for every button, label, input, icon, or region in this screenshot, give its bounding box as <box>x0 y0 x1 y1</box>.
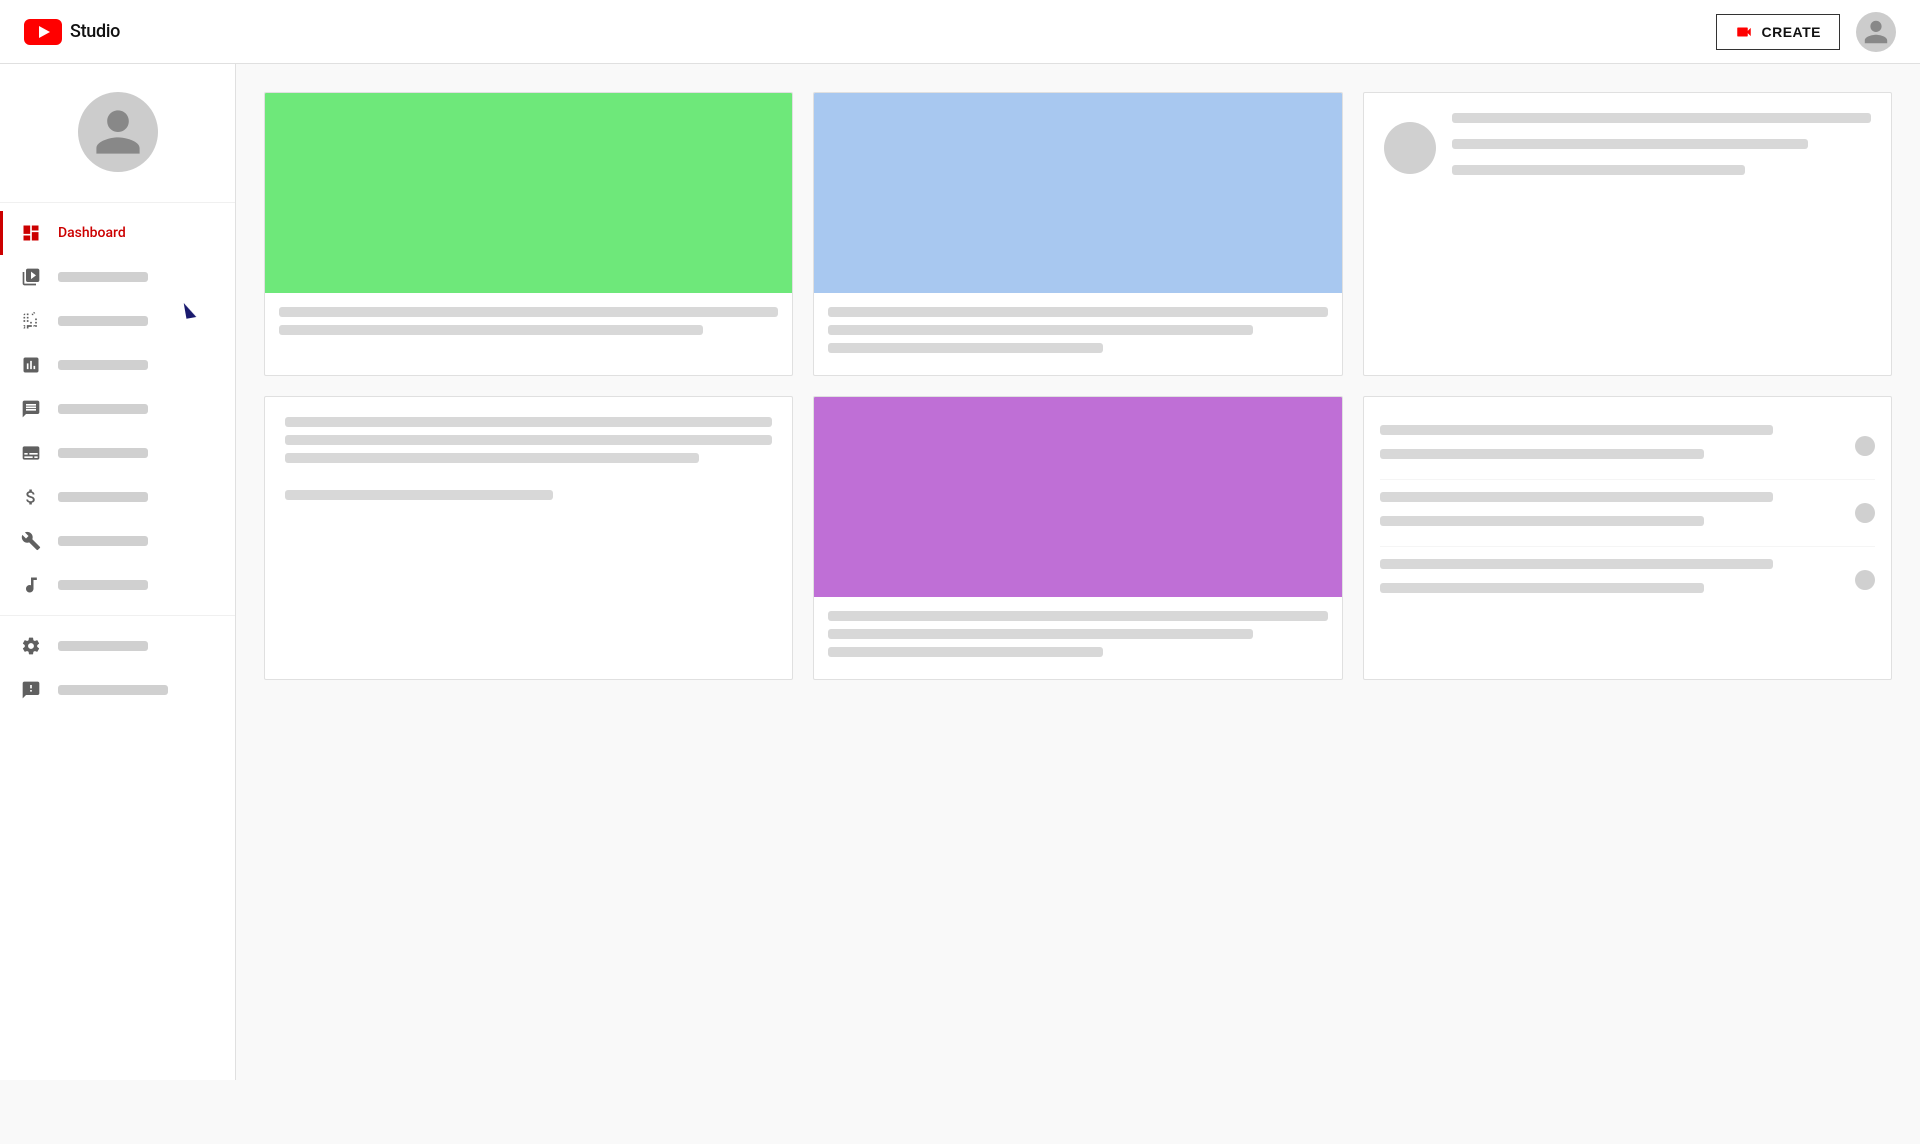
profile-lines <box>1452 113 1871 183</box>
feedback-label-placeholder <box>58 685 168 695</box>
sidebar-nav: Dashboard <box>0 203 235 720</box>
placeholder-line <box>1380 559 1774 569</box>
card-green-thumbnail <box>264 92 793 376</box>
sidebar-item-playlists[interactable] <box>0 299 235 343</box>
sidebar-dashboard-label: Dashboard <box>58 225 126 241</box>
user-icon-header <box>1862 18 1890 46</box>
placeholder-line <box>1380 425 1774 435</box>
placeholder-line <box>1380 583 1704 593</box>
list-item-lines <box>1380 559 1843 601</box>
placeholder-line <box>1380 516 1704 526</box>
card-profile <box>1364 93 1891 203</box>
sidebar-item-comments[interactable] <box>0 387 235 431</box>
placeholder-line <box>828 629 1252 639</box>
placeholder-line <box>285 453 699 463</box>
list-item <box>1380 413 1875 480</box>
thumbnail-purple <box>814 397 1341 597</box>
playlists-label-placeholder <box>58 316 148 326</box>
placeholder-line <box>828 611 1327 621</box>
customization-label-placeholder <box>58 536 148 546</box>
card-purple-thumbnail <box>813 396 1342 680</box>
sidebar-divider <box>0 615 235 616</box>
comments-label-placeholder <box>58 404 148 414</box>
placeholder-line <box>828 307 1327 317</box>
audio-label-placeholder <box>58 580 148 590</box>
thumbnail-blue <box>814 93 1341 293</box>
youtube-icon <box>24 19 62 45</box>
card-text-only <box>264 396 793 680</box>
sidebar-item-customization[interactable] <box>0 519 235 563</box>
sidebar-item-settings[interactable] <box>0 624 235 668</box>
placeholder-line <box>828 647 1103 657</box>
subtitles-label-placeholder <box>58 448 148 458</box>
sidebar-user-icon <box>91 105 145 159</box>
sidebar-item-earn[interactable] <box>0 475 235 519</box>
list-item <box>1380 547 1875 613</box>
placeholder-line <box>1452 113 1871 123</box>
content-icon <box>20 266 42 288</box>
sidebar: Dashboard <box>0 64 236 1080</box>
placeholder-line <box>828 325 1252 335</box>
customization-icon <box>20 530 42 552</box>
sidebar-item-subtitles[interactable] <box>0 431 235 475</box>
feedback-icon <box>20 679 42 701</box>
placeholder-line <box>828 343 1103 353</box>
card-right-list <box>1363 396 1892 680</box>
settings-icon <box>20 635 42 657</box>
header: Studio CREATE <box>0 0 1920 64</box>
placeholder-line <box>285 435 772 445</box>
card-body-purple <box>814 597 1341 679</box>
header-right: CREATE <box>1716 12 1896 52</box>
card-body-green <box>265 293 792 357</box>
subtitles-icon <box>20 442 42 464</box>
earn-icon <box>20 486 42 508</box>
create-label: CREATE <box>1761 24 1821 40</box>
sidebar-item-dashboard[interactable]: Dashboard <box>0 211 235 255</box>
sidebar-profile <box>0 64 235 203</box>
analytics-label-placeholder <box>58 360 148 370</box>
sidebar-avatar <box>78 92 158 172</box>
list-item-lines <box>1380 492 1843 534</box>
list-item-lines <box>1380 425 1843 467</box>
playlists-icon <box>20 310 42 332</box>
placeholder-line <box>279 325 703 335</box>
placeholder-line <box>1380 449 1704 459</box>
profile-avatar <box>1384 122 1436 174</box>
placeholder-line <box>1380 492 1774 502</box>
sidebar-item-analytics[interactable] <box>0 343 235 387</box>
card-body-text <box>265 397 792 528</box>
analytics-icon <box>20 354 42 376</box>
placeholder-line <box>285 490 553 500</box>
placeholder-line <box>1452 165 1746 175</box>
audio-icon <box>20 574 42 596</box>
content-label-placeholder <box>58 272 148 282</box>
placeholder-line <box>1452 139 1808 149</box>
studio-label: Studio <box>70 21 120 42</box>
list-item-circle <box>1855 570 1875 590</box>
card-right-top <box>1363 92 1892 376</box>
sidebar-item-audio[interactable] <box>0 563 235 607</box>
header-left: Studio <box>24 19 120 45</box>
youtube-logo[interactable]: Studio <box>24 19 120 45</box>
list-item-circle <box>1855 503 1875 523</box>
main-content <box>236 64 1920 1080</box>
earn-label-placeholder <box>58 492 148 502</box>
list-item <box>1380 480 1875 547</box>
sidebar-item-content[interactable] <box>0 255 235 299</box>
placeholder-line <box>279 307 778 317</box>
placeholder-line <box>285 417 772 427</box>
thumbnail-green <box>265 93 792 293</box>
card-list <box>1364 397 1891 629</box>
user-avatar-header[interactable] <box>1856 12 1896 52</box>
list-item-circle <box>1855 436 1875 456</box>
sidebar-item-feedback[interactable] <box>0 668 235 712</box>
settings-label-placeholder <box>58 641 148 651</box>
card-body-blue <box>814 293 1341 375</box>
card-blue-thumbnail <box>813 92 1342 376</box>
create-button[interactable]: CREATE <box>1716 14 1840 50</box>
main-layout: Dashboard <box>0 64 1920 1080</box>
dashboard-icon <box>20 222 42 244</box>
comments-icon <box>20 398 42 420</box>
create-video-icon <box>1735 23 1753 41</box>
